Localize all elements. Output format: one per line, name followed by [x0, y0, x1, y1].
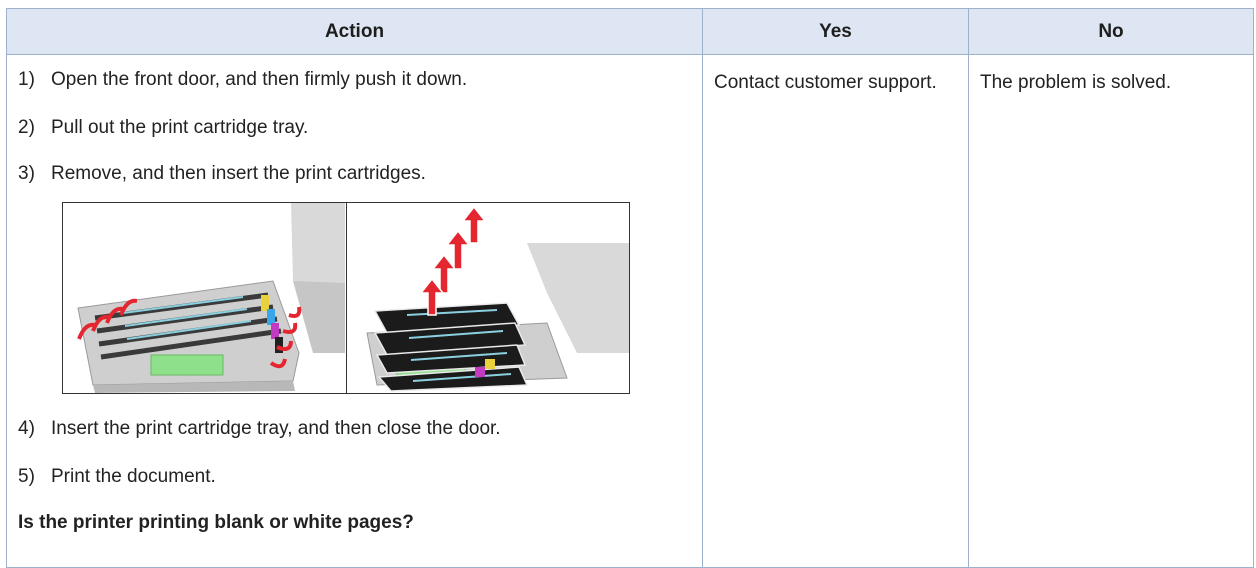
list-item: 2) Pull out the print cartridge tray.	[7, 105, 702, 151]
no-text: The problem is solved.	[980, 72, 1172, 93]
question-text: Is the printer printing blank or white p…	[18, 512, 414, 533]
action-cell: 1) Open the front door, and then firmly …	[6, 54, 703, 568]
troubleshooting-table: Action Yes No 1) Open the front door, an…	[6, 8, 1254, 568]
list-item: 4) Insert the print cartridge tray, and …	[7, 404, 702, 454]
cartridge-illustration	[62, 202, 630, 394]
step-number: 2)	[18, 117, 35, 138]
table-row: 1) Open the front door, and then firmly …	[6, 54, 1254, 568]
list-item: 3) Remove, and then insert the print car…	[7, 151, 702, 197]
cartridges-lifted-image	[365, 205, 629, 392]
no-cell: The problem is solved.	[968, 54, 1254, 568]
step-text: Print the document.	[51, 466, 216, 487]
yes-cell: Contact customer support.	[702, 54, 969, 568]
steps-list-continued: 4) Insert the print cartridge tray, and …	[7, 404, 702, 500]
step-number: 1)	[18, 69, 35, 90]
list-item: 5) Print the document.	[7, 454, 702, 500]
cartridges-panel	[345, 203, 630, 393]
step-text: Open the front door, and then firmly pus…	[51, 69, 468, 90]
step-text: Insert the print cartridge tray, and the…	[51, 418, 501, 439]
tray-panel	[63, 203, 346, 393]
action-header: Action	[6, 8, 703, 55]
yes-text: Contact customer support.	[714, 72, 937, 93]
step-number: 5)	[18, 466, 35, 487]
steps-list: 1) Open the front door, and then firmly …	[7, 55, 702, 197]
step-text: Pull out the print cartridge tray.	[51, 117, 309, 138]
step-number: 3)	[18, 163, 35, 184]
yes-header: Yes	[702, 8, 969, 55]
printer-tray-image	[77, 203, 345, 393]
step-number: 4)	[18, 418, 35, 439]
header-row: Action Yes No	[6, 8, 1254, 55]
no-header: No	[968, 8, 1254, 55]
list-item: 1) Open the front door, and then firmly …	[7, 55, 702, 105]
step-text: Remove, and then insert the print cartri…	[51, 163, 426, 184]
